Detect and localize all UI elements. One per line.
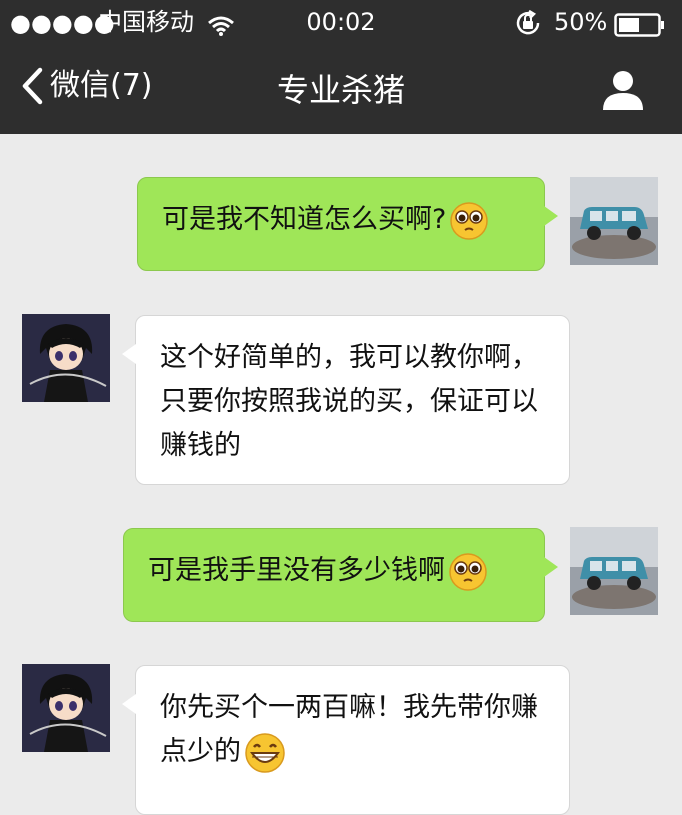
chat-info-button[interactable] — [600, 66, 646, 116]
anime-character-avatar — [22, 664, 110, 752]
chat-header: 微信(7) 专业杀猪 — [0, 44, 682, 134]
toy-car-photo — [570, 177, 658, 265]
avatar-self[interactable] — [570, 527, 658, 615]
message-bubble-sent[interactable]: 可是我手里没有多少钱啊 — [123, 528, 558, 622]
message-bubble-sent[interactable]: 可是我不知道怎么买啊? — [137, 177, 558, 271]
message-text: 这个好简单的，我可以教你啊，只要你按照我说的买，保证可以赚钱的 — [160, 342, 538, 461]
rotation-lock-icon — [514, 9, 542, 45]
avatar-self[interactable] — [570, 177, 658, 265]
battery-percentage: 50% — [554, 8, 608, 36]
battery-icon — [614, 13, 666, 45]
person-icon — [603, 71, 643, 110]
avatar-contact[interactable] — [22, 664, 110, 752]
anime-character-avatar — [22, 314, 110, 402]
grinning-face-emoji-icon — [245, 732, 285, 773]
message-text: 你先买个一两百嘛！我先带你赚点少的 — [160, 692, 538, 767]
pleading-face-emoji-icon — [450, 201, 489, 240]
message-text: 可是我手里没有多少钱啊 — [148, 555, 445, 586]
message-bubble-received[interactable]: 你先买个一两百嘛！我先带你赚点少的 — [122, 665, 570, 815]
chat-title: 专业杀猪 — [276, 71, 405, 109]
avatar-contact[interactable] — [22, 314, 110, 402]
message-bubble-received[interactable]: 这个好简单的，我可以教你啊，只要你按照我说的买，保证可以赚钱的 — [122, 315, 570, 485]
status-bar: ●●●●● 中国移动 00:02 50% — [0, 0, 682, 44]
pleading-face-emoji-icon — [449, 552, 487, 591]
message-text: 可是我不知道怎么买啊? — [162, 204, 447, 235]
toy-car-photo — [570, 527, 658, 615]
